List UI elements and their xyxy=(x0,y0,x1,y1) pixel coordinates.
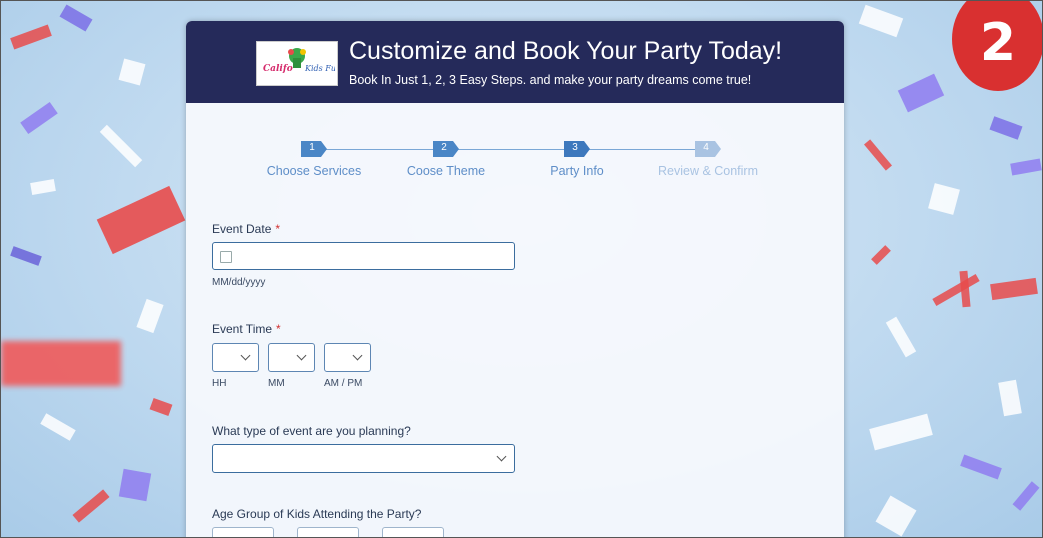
page-title: Customize and Book Your Party Today! xyxy=(349,37,783,65)
event-date-label: Event Date * xyxy=(212,222,281,236)
minute-hint: MM xyxy=(268,378,285,389)
chevron-down-icon xyxy=(352,350,363,361)
chevron-down-icon xyxy=(496,451,507,462)
hour-hint: HH xyxy=(212,378,227,389)
step-label: Review & Confirm xyxy=(657,164,759,178)
chevron-down-icon xyxy=(296,350,307,361)
progress-stepper: 1 Choose Services 2 Coose Theme 3 Party … xyxy=(186,141,844,181)
step-party-info[interactable]: 3 Party Info xyxy=(517,141,637,178)
event-date-format-hint: MM/dd/yyyy xyxy=(212,277,266,288)
svg-text:Kids Fun: Kids Fun xyxy=(304,64,335,73)
step-label: Party Info xyxy=(550,164,604,178)
calendar-icon[interactable] xyxy=(220,251,232,263)
age-group-option[interactable] xyxy=(212,527,274,537)
step-choose-services[interactable]: 1 Choose Services xyxy=(254,141,374,178)
step-label: Choose Services xyxy=(266,164,362,178)
step-review-confirm[interactable]: 4 Review & Confirm xyxy=(648,141,768,178)
minute-select[interactable] xyxy=(268,343,315,372)
event-date-input[interactable] xyxy=(212,242,515,270)
step-chevron-icon: 3 xyxy=(564,141,590,157)
step-chevron-icon: 4 xyxy=(695,141,721,157)
age-group-label: Age Group of Kids Attending the Party? xyxy=(212,507,422,521)
step-label: Coose Theme xyxy=(406,164,486,178)
logo-image: Califo Kids Fun xyxy=(263,48,335,79)
svg-text:Califo: Califo xyxy=(263,64,293,74)
ampm-select[interactable] xyxy=(324,343,371,372)
page-subtitle: Book In Just 1, 2, 3 Easy Steps. and mak… xyxy=(349,73,752,87)
age-group-option[interactable] xyxy=(297,527,359,537)
ampm-hint: AM / PM xyxy=(324,378,363,389)
required-marker: * xyxy=(275,222,281,236)
event-type-label: What type of event are you planning? xyxy=(212,424,411,438)
required-marker: * xyxy=(276,322,281,336)
card-header: Califo Kids Fun Customize and Book Your … xyxy=(186,21,844,103)
step-chevron-icon: 1 xyxy=(301,141,327,157)
event-time-label: Event Time * xyxy=(212,322,281,336)
event-type-select[interactable] xyxy=(212,444,515,473)
company-logo: Califo Kids Fun xyxy=(256,41,338,86)
screenshot-frame: 2 Califo Kids Fun Customize and Book You… xyxy=(0,0,1043,538)
chevron-down-icon xyxy=(240,350,251,361)
step-chevron-icon: 2 xyxy=(433,141,459,157)
booking-form-card: Califo Kids Fun Customize and Book Your … xyxy=(186,21,844,537)
step-choose-theme[interactable]: 2 Coose Theme xyxy=(386,141,506,178)
age-group-option[interactable] xyxy=(382,527,444,537)
hour-select[interactable] xyxy=(212,343,259,372)
step-number-badge: 2 xyxy=(952,1,1042,91)
